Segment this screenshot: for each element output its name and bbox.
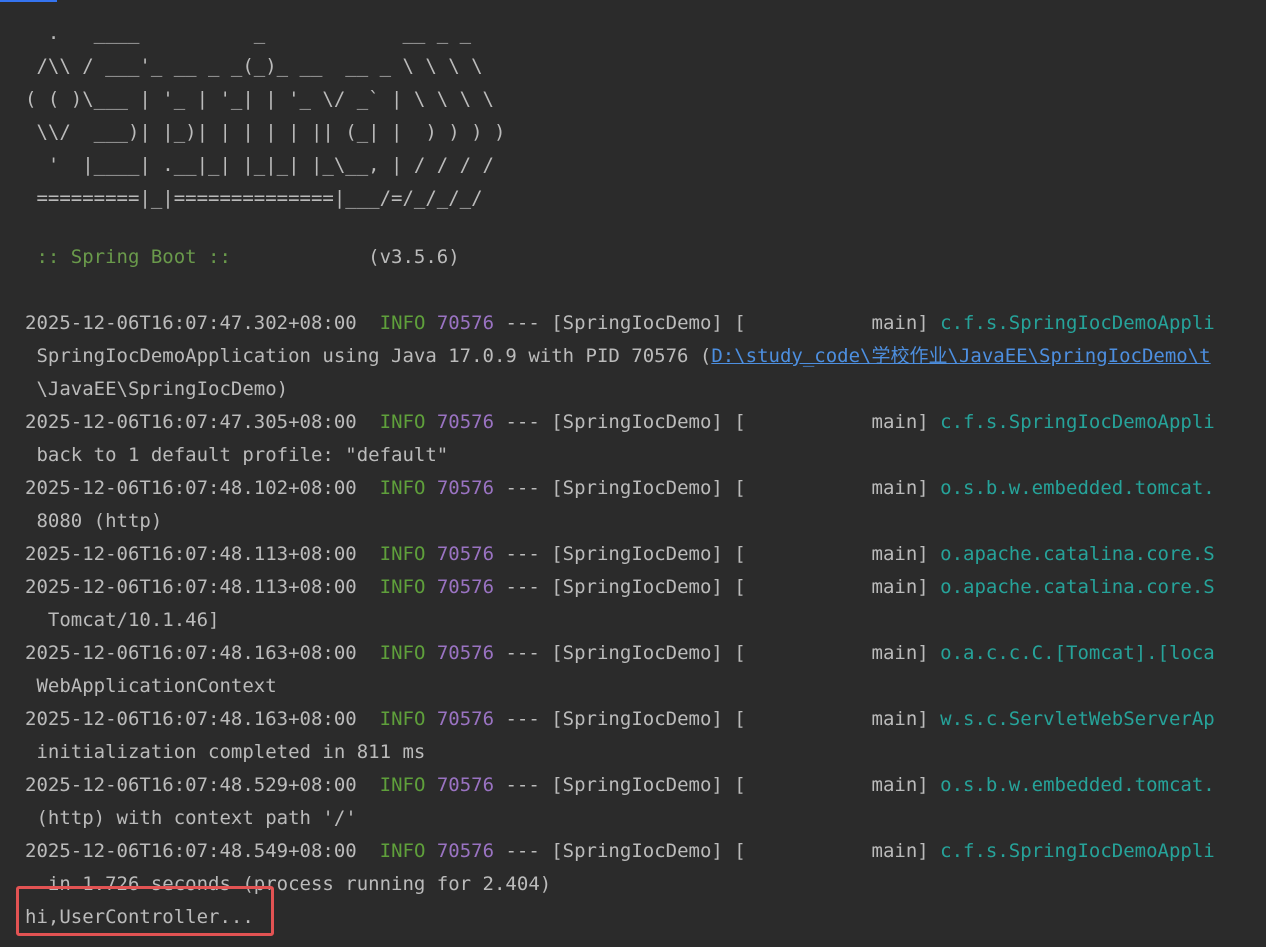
log-thread: --- [SpringIocDemo] [ main] xyxy=(494,774,941,796)
log-timestamp: 2025-12-06T16:07:48.113+08:00 xyxy=(25,576,357,598)
log-level: INFO xyxy=(379,411,426,433)
log-logger: c.f.s.SpringIocDemoAppli xyxy=(940,411,1215,433)
log-level: INFO xyxy=(379,576,426,598)
spring-boot-version: (v3.5.6) xyxy=(242,246,460,268)
log-timestamp: 2025-12-06T16:07:47.305+08:00 xyxy=(25,411,357,433)
banner-line: ' |____| .__|_| |_|_| |_\__, | / / / / xyxy=(25,154,494,176)
log-logger: o.a.c.c.C.[Tomcat].[loca xyxy=(940,642,1215,664)
log-timestamp: 2025-12-06T16:07:48.163+08:00 xyxy=(25,642,357,664)
banner-line: /\\ / ___'_ __ _ _(_)_ __ __ _ \ \ \ \ xyxy=(25,55,483,77)
log-message: WebApplicationContext xyxy=(25,675,277,697)
log-line: 2025-12-06T16:07:48.529+08:00 INFO 70576… xyxy=(25,769,1215,802)
log-pid: 70576 xyxy=(436,312,495,334)
log-line: 2025-12-06T16:07:48.113+08:00 INFO 70576… xyxy=(25,571,1215,604)
log-timestamp: 2025-12-06T16:07:48.163+08:00 xyxy=(25,708,357,730)
log-logger: o.s.b.w.embedded.tomcat. xyxy=(940,477,1215,499)
log-line: 2025-12-06T16:07:48.163+08:00 INFO 70576… xyxy=(25,637,1215,670)
log-message-text: SpringIocDemoApplication using Java 17.0… xyxy=(25,345,712,367)
log-line: 2025-12-06T16:07:47.305+08:00 INFO 70576… xyxy=(25,406,1215,439)
log-pid: 70576 xyxy=(436,576,495,598)
log-thread: --- [SpringIocDemo] [ main] xyxy=(494,840,941,862)
banner-line: =========|_|==============|___/=/_/_/_/ xyxy=(25,187,483,209)
log-line: 2025-12-06T16:07:48.102+08:00 INFO 70576… xyxy=(25,472,1215,505)
log-level: INFO xyxy=(379,708,426,730)
log-pid: 70576 xyxy=(436,774,495,796)
log-timestamp: 2025-12-06T16:07:48.549+08:00 xyxy=(25,840,357,862)
log-logger: o.apache.catalina.core.S xyxy=(940,576,1215,598)
log-level: INFO xyxy=(379,840,426,862)
file-path-link-part[interactable]: \JavaEE\SpringIocDemo\t xyxy=(948,345,1211,367)
log-timestamp: 2025-12-06T16:07:48.113+08:00 xyxy=(25,543,357,565)
log-thread: --- [SpringIocDemo] [ main] xyxy=(494,576,941,598)
log-message: 8080 (http) xyxy=(25,510,163,532)
log-line: 2025-12-06T16:07:48.163+08:00 INFO 70576… xyxy=(25,703,1215,736)
log-level: INFO xyxy=(379,642,426,664)
log-pid: 70576 xyxy=(436,477,495,499)
highlight-annotation-box xyxy=(16,886,274,936)
spring-boot-label: :: Spring Boot :: xyxy=(25,246,243,268)
log-message: \JavaEE\SpringIocDemo) xyxy=(25,378,289,400)
log-timestamp: 2025-12-06T16:07:48.529+08:00 xyxy=(25,774,357,796)
log-level: INFO xyxy=(379,477,426,499)
log-thread: --- [SpringIocDemo] [ main] xyxy=(494,642,941,664)
log-logger: o.apache.catalina.core.S xyxy=(940,543,1215,565)
banner-line: ( ( )\___ | '_ | '_| | '_ \/ _` | \ \ \ … xyxy=(25,88,494,110)
spring-boot-version-line: :: Spring Boot :: (v3.5.6) xyxy=(25,241,460,274)
log-thread: --- [SpringIocDemo] [ main] xyxy=(494,708,941,730)
log-message: initialization completed in 811 ms xyxy=(25,741,426,763)
file-path-link-part[interactable]: D:\study_code\ xyxy=(711,345,871,367)
log-timestamp: 2025-12-06T16:07:47.302+08:00 xyxy=(25,312,357,334)
log-thread: --- [SpringIocDemo] [ main] xyxy=(494,543,941,565)
log-logger: c.f.s.SpringIocDemoAppli xyxy=(940,840,1215,862)
log-level: INFO xyxy=(379,543,426,565)
log-logger: w.s.c.ServletWebServerAp xyxy=(940,708,1215,730)
banner-line: . ____ _ __ _ _ xyxy=(25,22,472,44)
banner-line: \\/ ___)| |_)| | | | | || (_| | ) ) ) ) xyxy=(25,121,506,143)
log-message: Tomcat/10.1.46] xyxy=(25,609,220,631)
log-pid: 70576 xyxy=(436,708,495,730)
log-pid: 70576 xyxy=(436,543,495,565)
console-output[interactable]: . ____ _ __ _ _ /\\ / ___'_ __ _ _(_)_ _… xyxy=(25,17,1266,947)
file-path-link-part[interactable]: 学校作业 xyxy=(872,345,948,367)
log-logger: o.s.b.w.embedded.tomcat. xyxy=(940,774,1215,796)
log-pid: 70576 xyxy=(436,642,495,664)
log-message: SpringIocDemoApplication using Java 17.0… xyxy=(25,340,1210,373)
log-thread: --- [SpringIocDemo] [ main] xyxy=(494,411,941,433)
log-line: 2025-12-06T16:07:48.549+08:00 INFO 70576… xyxy=(25,835,1215,868)
log-pid: 70576 xyxy=(436,411,495,433)
log-thread: --- [SpringIocDemo] [ main] xyxy=(494,312,941,334)
log-level: INFO xyxy=(379,312,426,334)
file-path-link[interactable]: D:\study_code\学校作业\JavaEE\SpringIocDemo\… xyxy=(711,345,1210,367)
log-timestamp: 2025-12-06T16:07:48.102+08:00 xyxy=(25,477,357,499)
log-message: back to 1 default profile: "default" xyxy=(25,444,449,466)
active-tab-indicator xyxy=(0,0,57,2)
log-pid: 70576 xyxy=(436,840,495,862)
log-thread: --- [SpringIocDemo] [ main] xyxy=(494,477,941,499)
log-logger: c.f.s.SpringIocDemoAppli xyxy=(940,312,1215,334)
log-line: 2025-12-06T16:07:47.302+08:00 INFO 70576… xyxy=(25,307,1215,340)
log-level: INFO xyxy=(379,774,426,796)
log-message: (http) with context path '/' xyxy=(25,807,357,829)
log-line: 2025-12-06T16:07:48.113+08:00 INFO 70576… xyxy=(25,538,1215,571)
